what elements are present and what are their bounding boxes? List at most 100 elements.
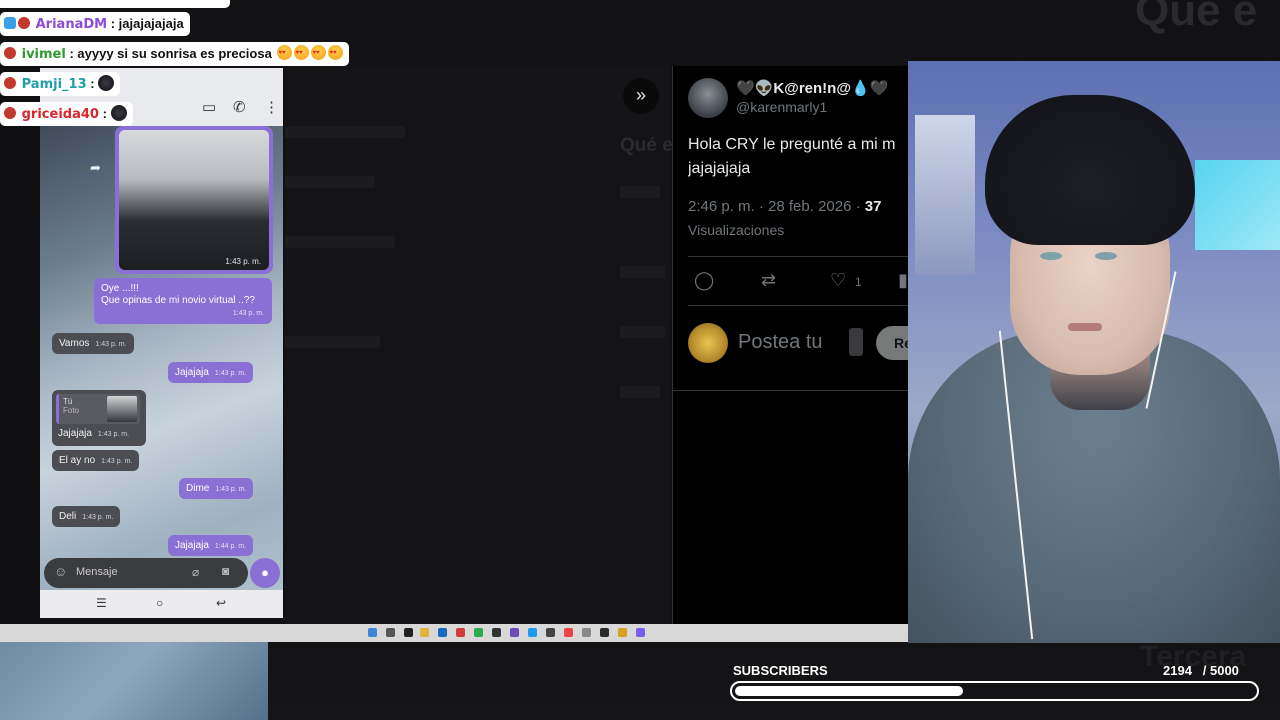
author-display-name[interactable]: 🖤👽K@ren!n@💧🖤 [736, 79, 888, 97]
video-call-icon[interactable]: ▭ [202, 98, 216, 116]
background-blur-photo [0, 642, 268, 720]
message-bubble[interactable]: Jajajaja 1:43 p. m. [168, 362, 254, 383]
message-text: Jajajaja [175, 540, 209, 551]
message-bubble[interactable]: Dime 1:43 p. m. [179, 478, 254, 499]
forward-icon[interactable]: ➦ [90, 160, 101, 176]
phone-screenshot: ▭ ✆ ⋮ ➦ 1:43 p. m. Oye ...!!! Que opinas… [40, 68, 283, 618]
divider [688, 305, 908, 306]
message-text: Oye ...!!! Que opinas de mi novio virtua… [101, 283, 255, 306]
message-text: Deli [59, 511, 77, 522]
author-handle[interactable]: @karenmarly1 [736, 99, 827, 115]
message-bubble[interactable]: El ay no 1:43 p. m. [52, 450, 140, 471]
app-icon[interactable] [474, 628, 483, 637]
emote-icon [110, 105, 127, 121]
reply-thumbnail [107, 396, 137, 422]
views-label: Visualizaciones [688, 222, 785, 238]
more-menu-icon[interactable]: ⋮ [264, 98, 279, 116]
message-text: Vamos [59, 338, 90, 349]
scrollbar[interactable] [849, 328, 863, 356]
emote-icon [98, 75, 115, 91]
android-nav-bar: ☰ ○ ↩ [40, 590, 283, 618]
back-icon[interactable]: ↩ [216, 596, 226, 610]
heart-eyes-emoji-icon [328, 41, 344, 65]
app-icon[interactable] [528, 628, 537, 637]
message-time: 1:43 p. m. [101, 458, 133, 465]
subscribers-label: SUBSCRIBERS [733, 663, 828, 678]
view-count: 37 [864, 198, 882, 215]
message-time: 1:43 p. m. [232, 310, 264, 317]
chat-message: ArianaDM : jajajajajaja [0, 12, 190, 36]
chat-text: : ayyyy si su sonrisa es preciosa [69, 46, 272, 61]
start-icon[interactable] [368, 628, 377, 637]
dimmed-page [285, 66, 670, 624]
streamer-eye [1095, 252, 1117, 260]
streamer-mouth [1068, 323, 1102, 331]
subscribers-progress-bar [730, 681, 1259, 701]
dimmed-heading: Qué e [620, 135, 673, 156]
chat-text: : jajajajajaja [110, 16, 184, 31]
message-bubble[interactable]: Deli 1:43 p. m. [52, 506, 121, 527]
badge-icon [4, 107, 16, 119]
expand-panel-button[interactable]: » [623, 78, 659, 114]
chat-username[interactable]: ivimel [22, 47, 66, 62]
like-icon[interactable]: ♡ [830, 270, 846, 291]
explorer-icon[interactable] [420, 628, 429, 637]
subscribers-count: 2194 / 5000 [1163, 663, 1239, 678]
message-text: Jajajaja [175, 367, 209, 378]
chat-username[interactable]: ArianaDM [36, 17, 107, 32]
message-time: 1:44 p. m. [214, 543, 247, 550]
app-icon[interactable] [546, 628, 555, 637]
badge-icon [4, 47, 16, 59]
message-input[interactable]: Mensaje [76, 566, 118, 578]
app-icon[interactable] [636, 628, 645, 637]
streamer-eye [1040, 252, 1062, 260]
app-icon[interactable] [582, 628, 591, 637]
camera-icon[interactable]: ◙ [222, 564, 229, 578]
mic-button[interactable]: ● [250, 558, 280, 588]
reply-icon[interactable]: ◯ [694, 270, 714, 291]
retweet-icon[interactable]: ⇄ [761, 270, 776, 291]
chat-username[interactable]: griceida40 [22, 107, 99, 122]
tweet-time[interactable]: 2:46 p. m. · 28 feb. 2026 · [688, 198, 865, 215]
bookmark-icon[interactable]: ▮ [898, 270, 908, 291]
chat-message: ivimel : ayyyy si su sonrisa es preciosa [0, 41, 350, 66]
phone-call-icon[interactable]: ✆ [233, 98, 246, 116]
viewer-avatar [688, 323, 728, 363]
search-icon[interactable] [386, 628, 395, 637]
message-compose[interactable]: ☺ Mensaje ⌀ ◙ [44, 558, 248, 588]
app-icon[interactable] [600, 628, 609, 637]
photo-message[interactable]: 1:43 p. m. [115, 126, 273, 274]
tweet-text: Hola CRY le pregunté a mi m jajajajaja [688, 136, 896, 177]
app-icon[interactable] [456, 628, 465, 637]
app-icon[interactable] [492, 628, 501, 637]
badge-icon [18, 17, 30, 29]
app-icon[interactable] [564, 628, 573, 637]
reply-input[interactable]: Postea tu [738, 331, 823, 354]
chat-message-partial [0, 0, 230, 8]
chrome-icon[interactable] [438, 628, 447, 637]
message-bubble[interactable]: Vamos 1:43 p. m. [52, 333, 134, 354]
background-heading: Qué e [1135, 0, 1258, 35]
home-icon[interactable]: ○ [156, 596, 163, 610]
like-count: 1 [855, 275, 862, 289]
photo-time: 1:43 p. m. [225, 257, 261, 266]
taskview-icon[interactable] [404, 628, 413, 637]
chat-username[interactable]: Pamji_13 [22, 77, 87, 92]
subscribers-progress-fill [735, 686, 963, 696]
chat-message: griceida40 : [0, 102, 133, 126]
message-time: 1:43 p. m. [214, 370, 247, 377]
message-time: 1:43 p. m. [82, 514, 114, 521]
app-icon[interactable] [510, 628, 519, 637]
app-icon[interactable] [618, 628, 627, 637]
photo-image: 1:43 p. m. [119, 130, 269, 270]
heart-eyes-emoji-icon [294, 41, 310, 65]
attach-icon[interactable]: ⌀ [192, 565, 199, 579]
reply-message[interactable]: Tú Foto Jajajaja 1:43 p. m. [52, 390, 146, 446]
message-text: Dime [186, 483, 210, 494]
recent-apps-icon[interactable]: ☰ [96, 596, 107, 610]
message-bubble[interactable]: Jajajaja 1:44 p. m. [168, 535, 254, 556]
emoji-icon[interactable]: ☺ [54, 564, 67, 579]
badge-icon [4, 77, 16, 89]
message-bubble[interactable]: Oye ...!!! Que opinas de mi novio virtua… [94, 278, 272, 324]
author-avatar[interactable] [688, 78, 728, 118]
